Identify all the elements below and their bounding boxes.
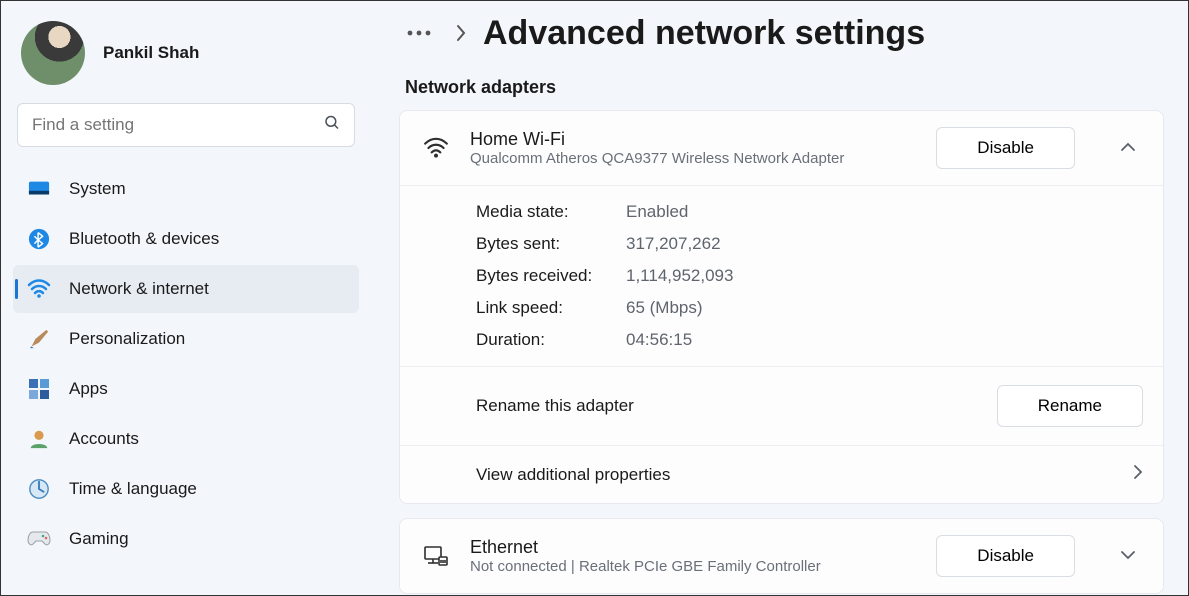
adapter-header-wifi[interactable]: Home Wi-Fi Qualcomm Atheros QCA9377 Wire… bbox=[400, 111, 1163, 185]
disable-button[interactable]: Disable bbox=[936, 535, 1075, 577]
header: Advanced network settings bbox=[399, 13, 1164, 53]
rename-label: Rename this adapter bbox=[476, 396, 634, 416]
sidebar-item-system[interactable]: System bbox=[13, 165, 359, 213]
adapter-card-wifi: Home Wi-Fi Qualcomm Atheros QCA9377 Wire… bbox=[399, 110, 1164, 504]
sidebar-item-accounts[interactable]: Accounts bbox=[13, 415, 359, 463]
view-additional-properties[interactable]: View additional properties bbox=[400, 446, 1163, 503]
chevron-up-icon[interactable] bbox=[1113, 139, 1143, 157]
sidebar-item-bluetooth[interactable]: Bluetooth & devices bbox=[13, 215, 359, 263]
bytes-sent-value: 317,207,262 bbox=[626, 234, 1143, 254]
sidebar-item-apps[interactable]: Apps bbox=[13, 365, 359, 413]
adapter-title: Ethernet bbox=[470, 537, 821, 558]
adapter-details: Media state: Enabled Bytes sent: 317,207… bbox=[400, 186, 1163, 366]
adapter-card-ethernet: Ethernet Not connected | Realtek PCIe GB… bbox=[399, 518, 1164, 594]
page-title: Advanced network settings bbox=[483, 14, 925, 53]
section-heading: Network adapters bbox=[405, 77, 1164, 98]
avatar bbox=[21, 21, 85, 85]
system-icon bbox=[27, 177, 51, 201]
chevron-down-icon[interactable] bbox=[1113, 547, 1143, 565]
duration-label: Duration: bbox=[476, 330, 626, 350]
duration-value: 04:56:15 bbox=[626, 330, 1143, 350]
bluetooth-icon bbox=[27, 227, 51, 251]
sidebar-item-network[interactable]: Network & internet bbox=[13, 265, 359, 313]
media-state-label: Media state: bbox=[476, 202, 626, 222]
media-state-value: Enabled bbox=[626, 202, 1143, 222]
wifi-icon bbox=[27, 277, 51, 301]
link-speed-label: Link speed: bbox=[476, 298, 626, 318]
paintbrush-icon bbox=[27, 327, 51, 351]
nav: System Bluetooth & devices Network & int… bbox=[13, 165, 359, 563]
adapter-title: Home Wi-Fi bbox=[470, 129, 844, 150]
bytes-sent-label: Bytes sent: bbox=[476, 234, 626, 254]
clock-globe-icon bbox=[27, 477, 51, 501]
accounts-icon bbox=[27, 427, 51, 451]
gamepad-icon bbox=[27, 527, 51, 551]
sidebar-item-label: Bluetooth & devices bbox=[69, 229, 219, 249]
adapter-header-ethernet[interactable]: Ethernet Not connected | Realtek PCIe GB… bbox=[400, 519, 1163, 593]
chevron-right-icon bbox=[1133, 464, 1143, 485]
search-icon bbox=[323, 114, 341, 137]
sidebar-item-time-language[interactable]: Time & language bbox=[13, 465, 359, 513]
more-icon[interactable] bbox=[399, 13, 439, 53]
bytes-received-value: 1,114,952,093 bbox=[626, 266, 1143, 286]
adapter-subtitle: Qualcomm Atheros QCA9377 Wireless Networ… bbox=[470, 150, 844, 167]
sidebar-item-label: Accounts bbox=[69, 429, 139, 449]
apps-icon bbox=[27, 377, 51, 401]
ethernet-icon bbox=[422, 545, 450, 567]
adapter-title-block: Ethernet Not connected | Realtek PCIe GB… bbox=[470, 537, 821, 575]
disable-button[interactable]: Disable bbox=[936, 127, 1075, 169]
search-wrap bbox=[17, 103, 355, 147]
main-content: Advanced network settings Network adapte… bbox=[371, 1, 1188, 595]
sidebar-item-label: Personalization bbox=[69, 329, 185, 349]
sidebar-item-label: Gaming bbox=[69, 529, 129, 549]
sidebar-item-personalization[interactable]: Personalization bbox=[13, 315, 359, 363]
profile-name: Pankil Shah bbox=[103, 43, 199, 63]
sidebar-item-label: System bbox=[69, 179, 126, 199]
rename-row: Rename this adapter Rename bbox=[400, 367, 1163, 445]
bytes-received-label: Bytes received: bbox=[476, 266, 626, 286]
sidebar-item-label: Time & language bbox=[69, 479, 197, 499]
sidebar-item-label: Apps bbox=[69, 379, 108, 399]
wifi-icon bbox=[422, 137, 450, 159]
link-speed-value: 65 (Mbps) bbox=[626, 298, 1143, 318]
adapter-title-block: Home Wi-Fi Qualcomm Atheros QCA9377 Wire… bbox=[470, 129, 844, 167]
sidebar: Pankil Shah System Bluetooth & devices bbox=[1, 1, 371, 595]
rename-button[interactable]: Rename bbox=[997, 385, 1143, 427]
adapter-subtitle: Not connected | Realtek PCIe GBE Family … bbox=[470, 558, 821, 575]
sidebar-item-gaming[interactable]: Gaming bbox=[13, 515, 359, 563]
profile-block[interactable]: Pankil Shah bbox=[13, 15, 359, 103]
chevron-right-icon bbox=[455, 24, 467, 42]
sidebar-item-label: Network & internet bbox=[69, 279, 209, 299]
view-more-label: View additional properties bbox=[476, 465, 670, 485]
search-input[interactable] bbox=[17, 103, 355, 147]
